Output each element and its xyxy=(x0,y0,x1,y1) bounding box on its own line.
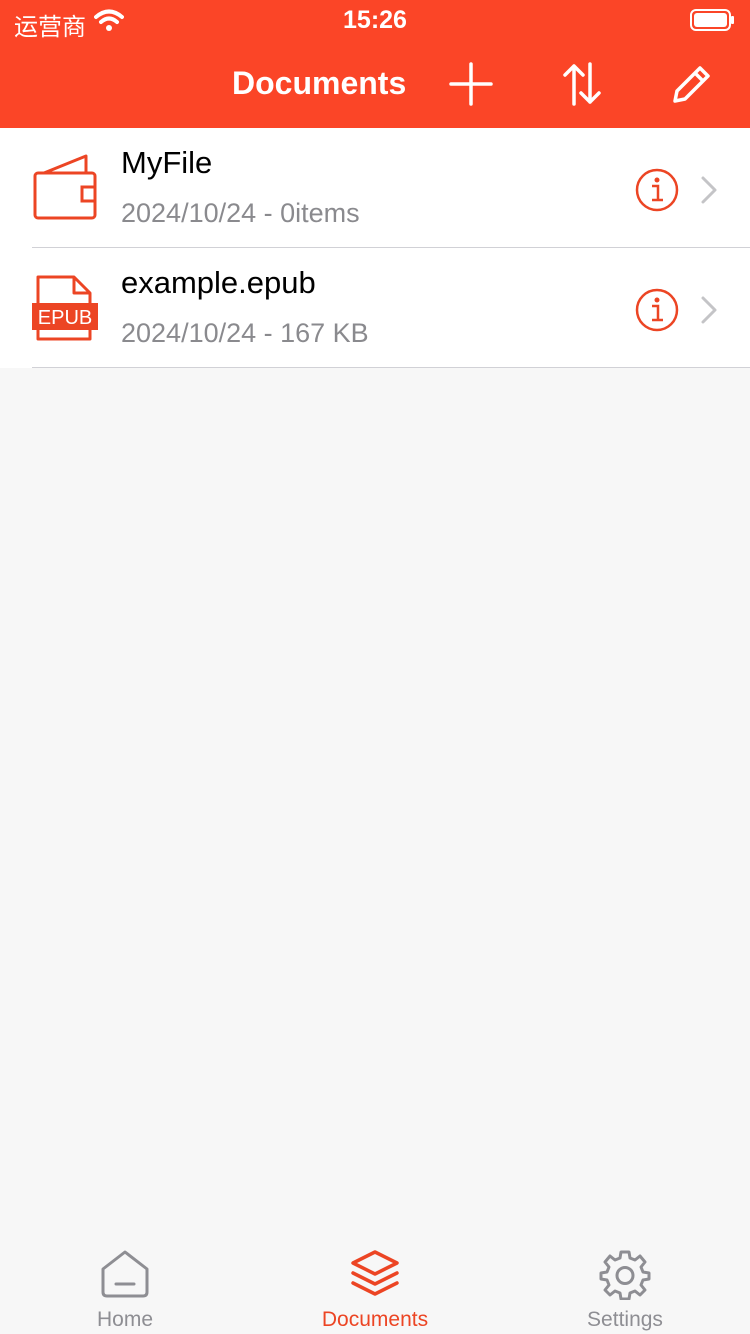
list-item[interactable]: MyFile 2024/10/24 - 0items xyxy=(0,128,750,248)
sort-button[interactable] xyxy=(556,58,608,110)
gear-icon xyxy=(599,1250,651,1300)
info-icon[interactable] xyxy=(634,287,680,333)
status-time: 15:26 xyxy=(343,6,407,34)
layers-icon xyxy=(351,1250,399,1296)
divider xyxy=(32,367,750,368)
epub-badge-text: EPUB xyxy=(38,307,92,329)
tab-home[interactable]: Home xyxy=(0,1234,250,1334)
tab-bar: Home Documents Settings xyxy=(0,1234,750,1334)
file-meta: 2024/10/24 - 0items xyxy=(121,198,360,228)
page-title: Documents xyxy=(232,65,407,101)
add-button[interactable] xyxy=(445,58,497,110)
epub-file-icon: EPUB xyxy=(32,275,98,341)
chevron-right-icon xyxy=(701,296,717,324)
edit-button[interactable] xyxy=(666,58,718,110)
file-name: example.epub xyxy=(121,265,316,300)
navigation-header: 运营商 15:26 Documents xyxy=(0,0,750,128)
chevron-right-icon xyxy=(701,176,717,204)
pencil-icon xyxy=(673,66,710,103)
home-icon xyxy=(101,1250,149,1298)
file-name: MyFile xyxy=(121,145,213,180)
battery-icon xyxy=(690,9,734,31)
file-meta: 2024/10/24 - 167 KB xyxy=(121,318,369,348)
list-item[interactable]: EPUB example.epub 2024/10/24 - 167 KB xyxy=(0,248,750,368)
tab-label: Settings xyxy=(587,1308,663,1331)
folder-icon xyxy=(33,154,97,220)
info-icon[interactable] xyxy=(634,167,680,213)
tab-settings[interactable]: Settings xyxy=(500,1234,750,1334)
document-list: MyFile 2024/10/24 - 0items EPUB example.… xyxy=(0,128,750,368)
sort-icon xyxy=(563,62,601,106)
tab-documents[interactable]: Documents xyxy=(250,1234,500,1334)
status-bar: 运营商 15:26 xyxy=(0,0,750,41)
tab-label: Home xyxy=(96,1308,154,1331)
plus-icon xyxy=(449,62,493,106)
tab-label: Documents xyxy=(321,1308,429,1331)
